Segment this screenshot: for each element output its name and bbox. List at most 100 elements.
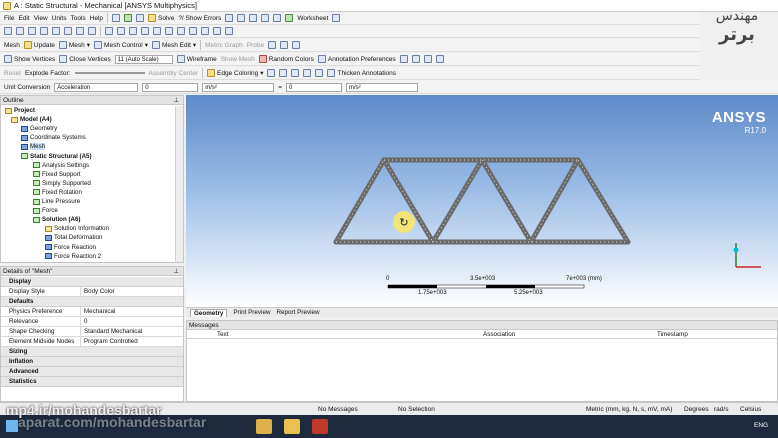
select-body-icon[interactable] bbox=[52, 27, 60, 35]
set-view-icon[interactable] bbox=[213, 27, 221, 35]
details-value[interactable]: Mechanical bbox=[81, 308, 115, 315]
details-value[interactable]: Program Controlled bbox=[81, 338, 138, 345]
tab-geometry[interactable]: Geometry bbox=[190, 308, 228, 317]
tree-icon[interactable] bbox=[112, 14, 121, 22]
assembly-center-select[interactable]: Assembly Center bbox=[149, 70, 199, 77]
units-status[interactable]: Metric (mm, kg, N, s, mV, mA) bbox=[586, 406, 672, 413]
zoom-icon[interactable] bbox=[129, 27, 137, 35]
tree-item[interactable]: Project bbox=[5, 107, 35, 114]
tree-item[interactable]: Total Deformation bbox=[45, 234, 103, 241]
details-row[interactable]: Physics Preference Mechanical bbox=[1, 307, 183, 317]
probe-button[interactable]: Probe bbox=[247, 42, 264, 49]
details-group-header[interactable]: Defaults bbox=[1, 297, 183, 307]
worksheet-icon[interactable] bbox=[285, 14, 294, 22]
rotate-icon[interactable] bbox=[105, 27, 113, 35]
details-value[interactable]: Standard Mechanical bbox=[81, 328, 142, 335]
mesh-tool2-icon[interactable] bbox=[280, 41, 289, 49]
tree-item[interactable]: Solution Information bbox=[45, 225, 109, 232]
worksheet-button[interactable]: Worksheet bbox=[297, 15, 328, 22]
quantity-select[interactable]: Acceleration bbox=[54, 82, 139, 92]
details-group-collapsed[interactable]: Sizing bbox=[1, 347, 183, 357]
next-view-icon[interactable] bbox=[189, 27, 197, 35]
viewports-icon[interactable] bbox=[225, 27, 233, 35]
menu-tools[interactable]: Tools bbox=[70, 15, 85, 22]
language-indicator[interactable]: ENG bbox=[754, 422, 768, 429]
pin-icon[interactable]: ⊥ bbox=[173, 267, 179, 276]
mesh-edit-dropdown[interactable]: Mesh Edit ▾ bbox=[151, 41, 196, 49]
text-icon[interactable] bbox=[261, 14, 270, 22]
details-row[interactable]: Display Style Body Color bbox=[1, 287, 183, 297]
details-row[interactable]: Relevance 0 bbox=[1, 317, 183, 327]
explode-slider[interactable] bbox=[74, 72, 145, 74]
link-icon[interactable] bbox=[136, 14, 145, 22]
menu-help[interactable]: Help bbox=[90, 15, 103, 22]
tab-report-preview[interactable]: Report Preview bbox=[277, 309, 320, 316]
edge-style5-icon[interactable] bbox=[315, 69, 324, 77]
close-vertices-button[interactable]: Close Vertices bbox=[59, 55, 111, 63]
details-group-header[interactable]: Display bbox=[1, 277, 183, 287]
solve-button[interactable]: Solve bbox=[148, 14, 174, 22]
show-errors-button[interactable]: ?/ Show Errors bbox=[178, 15, 221, 22]
iso-view-icon[interactable] bbox=[201, 27, 209, 35]
edge-style2-icon[interactable] bbox=[279, 69, 288, 77]
mesh-tool-icon[interactable] bbox=[268, 41, 277, 49]
pan-icon[interactable] bbox=[117, 27, 125, 35]
axis4-icon[interactable] bbox=[435, 55, 444, 63]
tree-item[interactable]: Solution (A6) bbox=[33, 216, 81, 223]
update-button[interactable]: Update bbox=[23, 41, 55, 49]
tree-item[interactable]: Simply Supported bbox=[33, 180, 91, 187]
magnifier-icon[interactable] bbox=[165, 27, 173, 35]
value-input-2[interactable]: 0 bbox=[286, 82, 343, 92]
select-vertex-icon[interactable] bbox=[40, 27, 48, 35]
tab-print-preview[interactable]: Print Preview bbox=[233, 309, 270, 316]
menu-units[interactable]: Units bbox=[52, 15, 67, 22]
metric-graph-button[interactable]: Metric Graph bbox=[205, 42, 243, 49]
thicken-annotations-button[interactable]: Thicken Annotations bbox=[327, 69, 396, 77]
graphics-viewport[interactable]: ANSYS R17.0 ↻ 0 3.5e+003 7e+003 (mm) 1.7… bbox=[186, 95, 778, 307]
check-icon[interactable] bbox=[124, 14, 133, 22]
menu-file[interactable]: File bbox=[4, 15, 14, 22]
select-mode-icon[interactable] bbox=[64, 27, 72, 35]
tree-item[interactable]: Force Reaction bbox=[45, 244, 96, 251]
edge-style-icon[interactable] bbox=[267, 69, 276, 77]
box-zoom-icon[interactable] bbox=[141, 27, 149, 35]
select-edge-icon[interactable] bbox=[28, 27, 36, 35]
details-group-collapsed[interactable]: Statistics bbox=[1, 377, 183, 387]
outline-scrollbar[interactable] bbox=[175, 106, 183, 262]
axis-icon[interactable] bbox=[399, 55, 408, 63]
col-association[interactable]: Association bbox=[483, 331, 515, 338]
extend-icon[interactable] bbox=[76, 27, 84, 35]
axis2-icon[interactable] bbox=[411, 55, 420, 63]
select-point-icon[interactable] bbox=[4, 27, 12, 35]
col-timestamp[interactable]: Timestamp bbox=[657, 331, 688, 338]
chart-icon[interactable] bbox=[237, 14, 246, 22]
unit-select-1[interactable]: m/s² bbox=[202, 82, 275, 92]
pointer-icon[interactable] bbox=[332, 14, 341, 22]
tree-item[interactable]: Line Pressure bbox=[33, 198, 80, 205]
pin-icon[interactable]: ⊥ bbox=[173, 96, 179, 105]
details-group-collapsed[interactable]: Inflation bbox=[1, 357, 183, 367]
details-value[interactable]: 0 bbox=[81, 318, 87, 325]
tree-item[interactable]: Fixed Support bbox=[33, 171, 81, 178]
reset-button[interactable]: Reset bbox=[4, 70, 21, 77]
table-icon[interactable] bbox=[249, 14, 258, 22]
tree-item[interactable]: Mesh bbox=[21, 143, 46, 151]
edge-style3-icon[interactable] bbox=[291, 69, 300, 77]
details-value[interactable]: Body Color bbox=[81, 288, 115, 295]
show-mesh-button[interactable]: Show Mesh bbox=[221, 56, 255, 63]
app-task-icon[interactable] bbox=[312, 419, 328, 434]
no-messages-status[interactable]: No Messages bbox=[318, 406, 358, 413]
tree-item[interactable]: Coordinate Systems bbox=[21, 134, 86, 141]
mesh-control-dropdown[interactable]: Mesh Control ▾ bbox=[94, 41, 148, 49]
rotation-units[interactable]: rad/s bbox=[714, 406, 728, 413]
edge-style4-icon[interactable] bbox=[303, 69, 312, 77]
tree-item[interactable]: Static Structural (A5) bbox=[21, 153, 92, 160]
col-text[interactable]: Text bbox=[217, 331, 229, 338]
zoom-fit-icon[interactable] bbox=[153, 27, 161, 35]
menu-edit[interactable]: Edit bbox=[18, 15, 29, 22]
menu-view[interactable]: View bbox=[34, 15, 48, 22]
random-colors-button[interactable]: Random Colors bbox=[258, 55, 314, 63]
unit-select-2[interactable]: m/s² bbox=[346, 82, 419, 92]
wireframe-button[interactable]: Wireframe bbox=[176, 55, 217, 63]
tree-item[interactable]: Analysis Settings bbox=[33, 162, 89, 169]
